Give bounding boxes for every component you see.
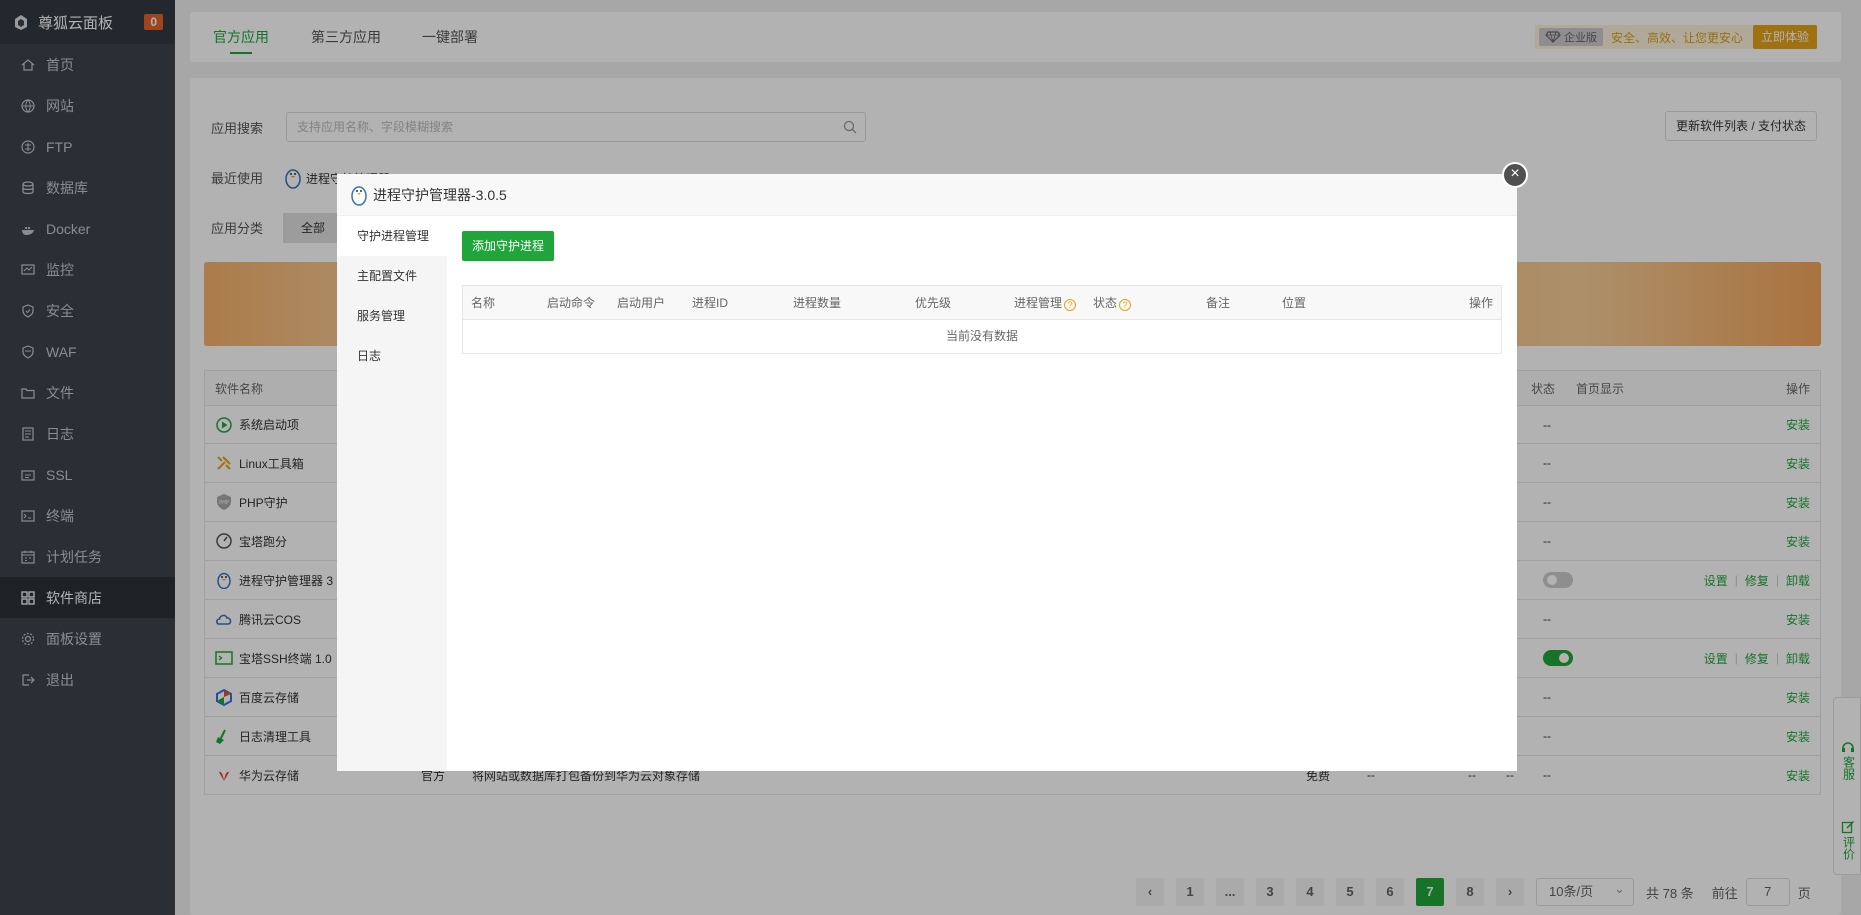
empty-state-text: 当前没有数据 <box>945 329 1018 343</box>
close-icon: × <box>1510 165 1520 182</box>
help-icon[interactable]: ? <box>1119 299 1132 311</box>
daemon-table: 名称 启动命令 启动用户 进程ID 进程数量 优先级 进程管理? 状态? 备注 位置 操作 当前没有… <box>462 285 1502 354</box>
process-manager-modal: 进程守护管理器-3.0.5 守护进程管理 主配置文件 服务管理 日志 添加守护进程 名… <box>337 174 1517 771</box>
penguin-icon <box>351 185 367 206</box>
column-label: 进程ID <box>692 296 729 310</box>
daemon-column-header: 操作 <box>1469 286 1493 320</box>
column-label: 优先级 <box>915 296 952 310</box>
daemon-column-header: 位置 <box>1282 286 1306 320</box>
daemon-column-header: 备注 <box>1206 286 1230 320</box>
add-daemon-button[interactable]: 添加守护进程 <box>462 231 555 261</box>
modal-side-item-2[interactable]: 服务管理 <box>337 296 447 336</box>
modal-side-item-0[interactable]: 守护进程管理 <box>337 216 447 256</box>
column-label: 进程管理 <box>1014 296 1063 310</box>
modal-title: 进程守护管理器-3.0.5 <box>373 186 507 203</box>
daemon-column-header: 名称 <box>471 286 495 320</box>
modal-side-item-1[interactable]: 主配置文件 <box>337 256 447 296</box>
column-label: 启动命令 <box>547 296 596 310</box>
daemon-column-header: 状态? <box>1093 286 1132 320</box>
help-icon[interactable]: ? <box>1064 299 1077 311</box>
daemon-column-header: 进程数量 <box>793 286 841 320</box>
column-label: 启动用户 <box>617 296 666 310</box>
daemon-column-header: 进程ID <box>692 286 728 320</box>
modal-header: 进程守护管理器-3.0.5 <box>337 174 1517 216</box>
modal-close-button[interactable]: × <box>1502 162 1528 188</box>
column-label: 位置 <box>1282 296 1307 310</box>
column-label: 备注 <box>1206 296 1231 310</box>
daemon-column-header: 启动用户 <box>617 286 665 320</box>
column-label: 进程数量 <box>793 296 842 310</box>
daemon-table-header: 名称 启动命令 启动用户 进程ID 进程数量 优先级 进程管理? 状态? 备注 位置 操作 <box>463 286 1501 320</box>
modal-side-item-3[interactable]: 日志 <box>337 336 447 376</box>
daemon-column-header: 启动命令 <box>547 286 595 320</box>
daemon-column-header: 优先级 <box>915 286 951 320</box>
column-label: 状态 <box>1093 296 1118 310</box>
daemon-column-header: 进程管理? <box>1014 286 1077 320</box>
column-label: 操作 <box>1468 296 1493 310</box>
modal-side-menu: 守护进程管理 主配置文件 服务管理 日志 <box>337 216 447 771</box>
column-label: 名称 <box>471 296 496 310</box>
